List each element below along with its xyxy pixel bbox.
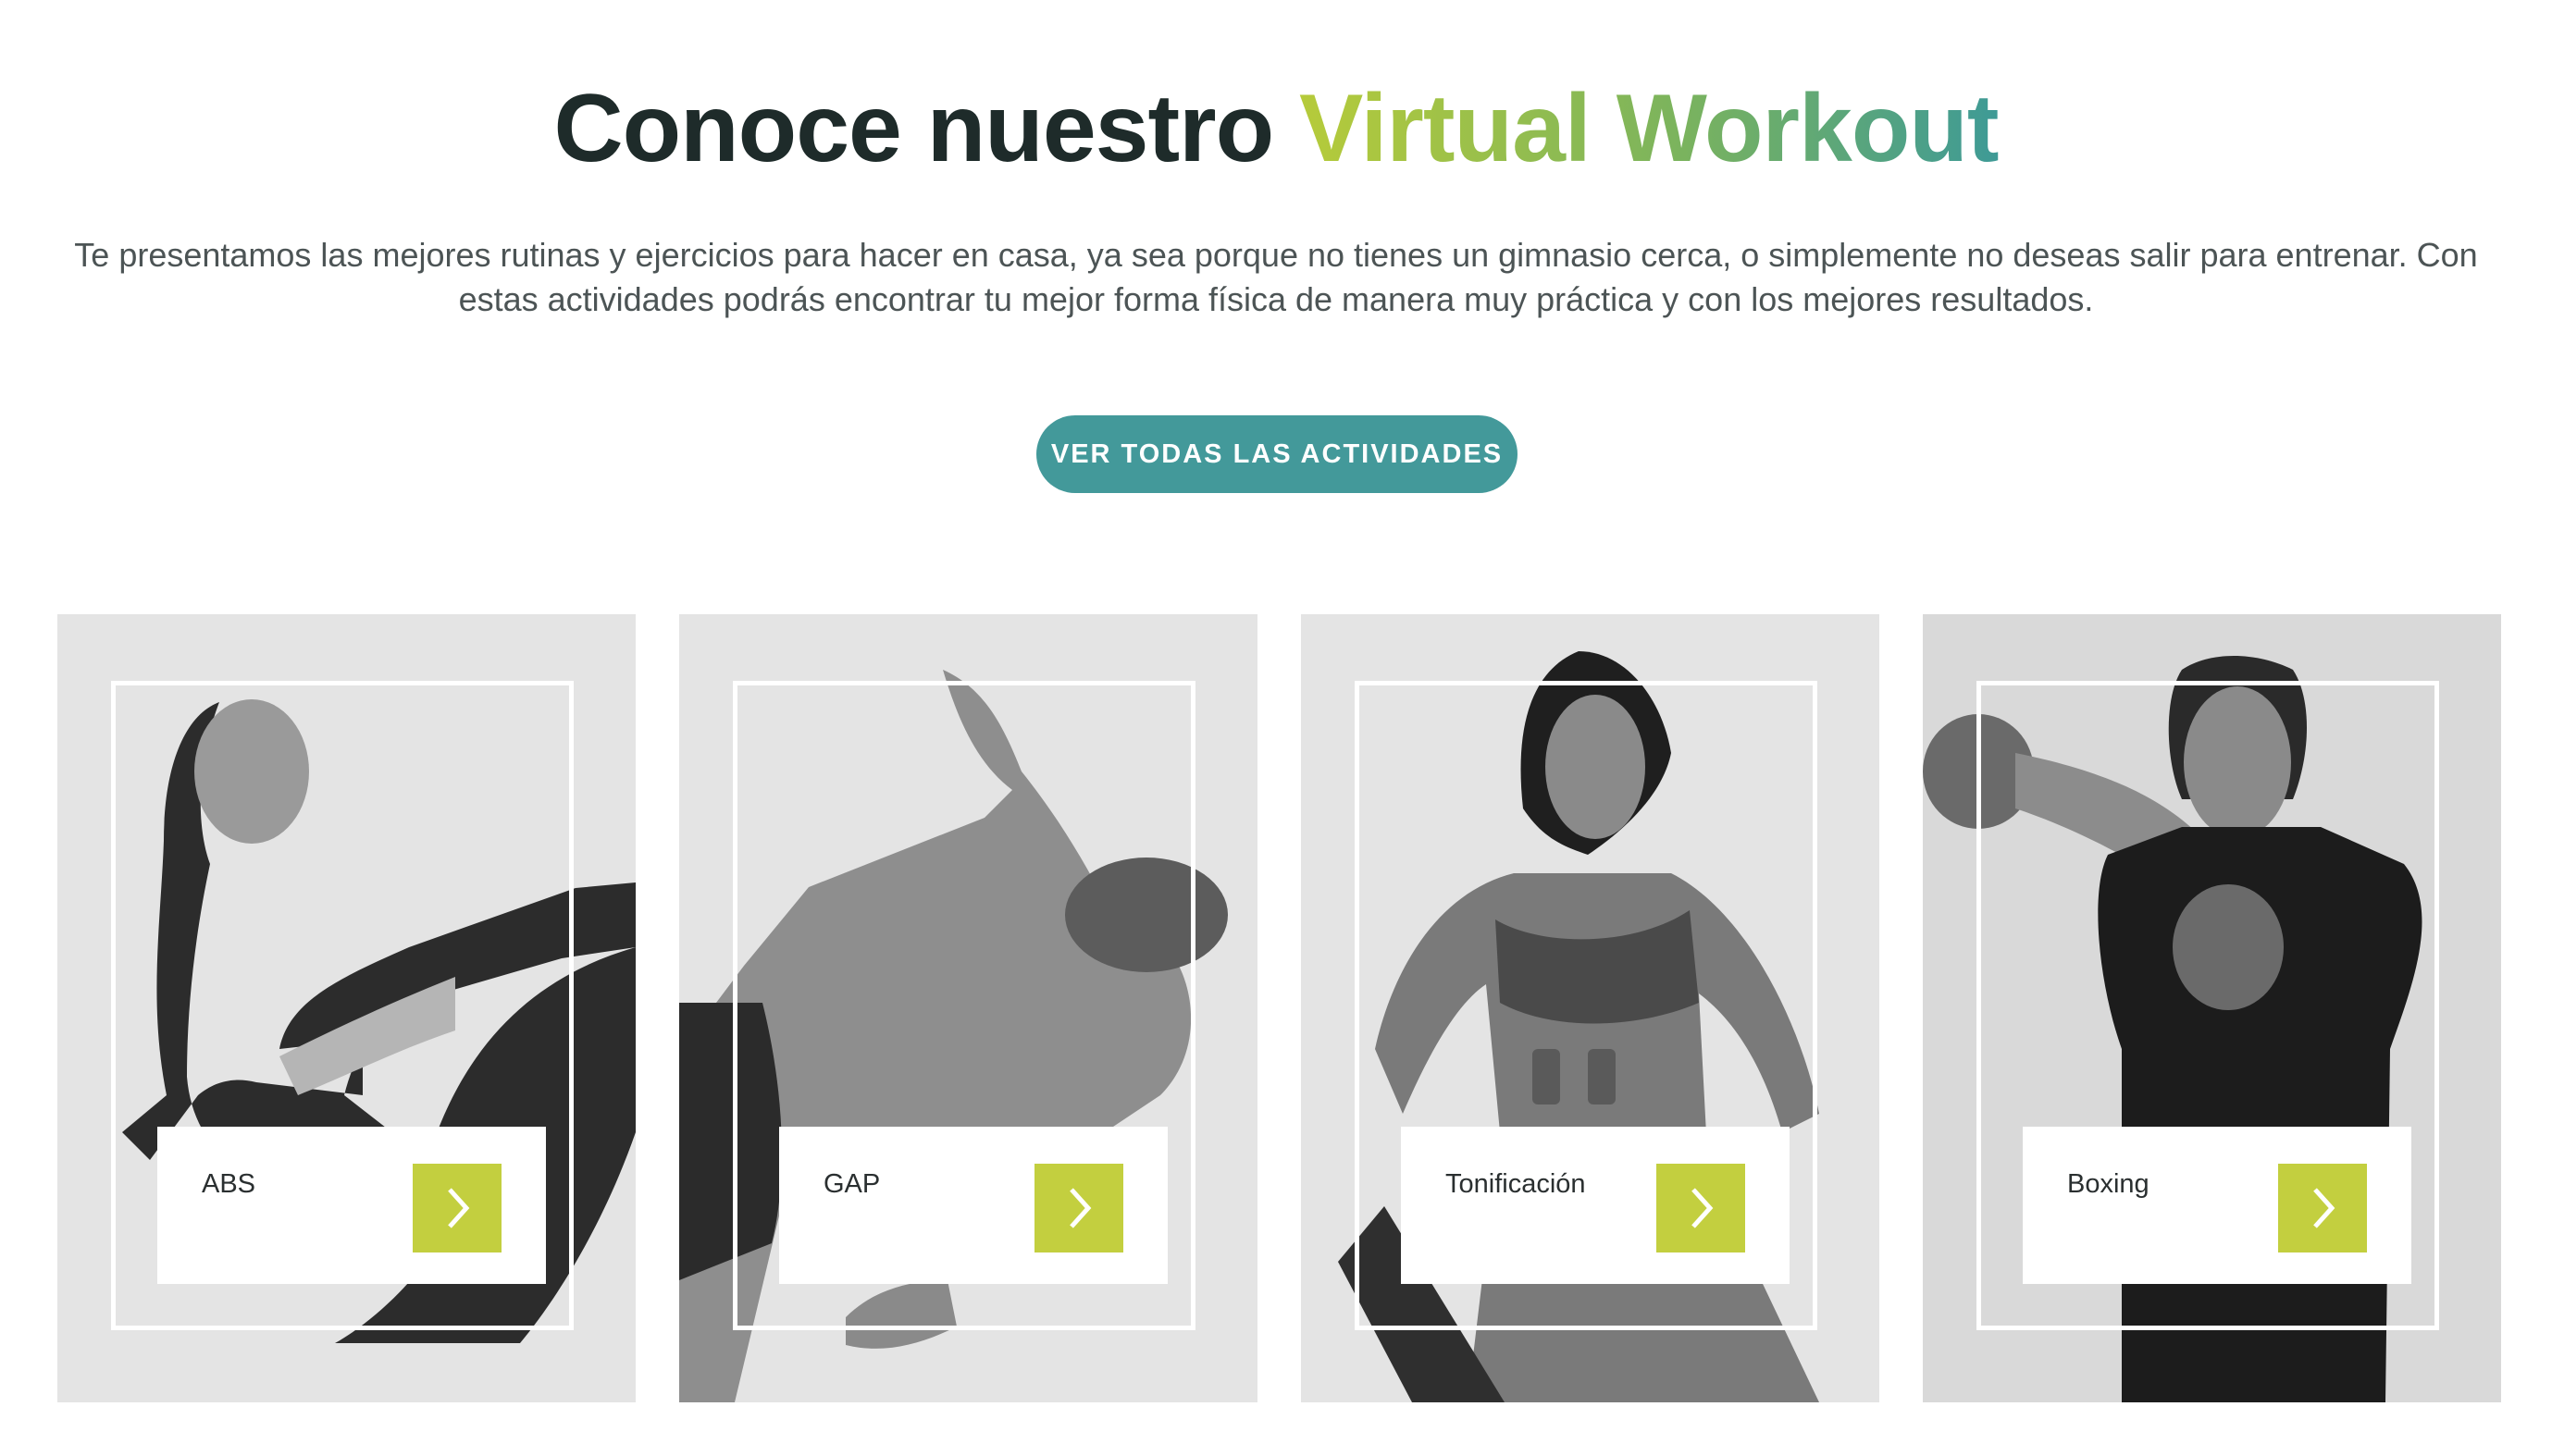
card-label: GAP [824, 1169, 881, 1199]
card-label: Tonificación [1445, 1169, 1586, 1199]
page-title: Conoce nuestro Virtual Workout [0, 74, 2552, 184]
abs-arrow-button[interactable] [413, 1164, 502, 1252]
card-label: ABS [202, 1169, 256, 1199]
chevron-right-icon [2313, 1188, 2335, 1228]
chevron-right-icon [1691, 1188, 1714, 1228]
activity-card-abs[interactable]: ABS [57, 614, 636, 1402]
activity-card-tonificacion[interactable]: Tonificación [1301, 614, 1879, 1402]
card-label-box: ABS [157, 1127, 546, 1284]
gap-arrow-button[interactable] [1034, 1164, 1123, 1252]
card-label-box: Boxing [2023, 1127, 2411, 1284]
chevron-right-icon [1070, 1188, 1092, 1228]
boxing-arrow-button[interactable] [2278, 1164, 2367, 1252]
intro-text: Te presentamos las mejores rutinas y eje… [74, 236, 2478, 318]
tonificacion-arrow-button[interactable] [1656, 1164, 1745, 1252]
view-all-activities-button[interactable]: VER TODAS LAS ACTIVIDADES [1036, 415, 1518, 493]
chevron-right-icon [448, 1188, 470, 1228]
card-label-box: GAP [779, 1127, 1168, 1284]
title-accent: Virtual Workout [1299, 75, 1999, 182]
card-label: Boxing [2067, 1169, 2149, 1199]
activity-card-boxing[interactable]: Boxing [1923, 614, 2501, 1402]
card-label-box: Tonificación [1401, 1127, 1790, 1284]
activity-card-gap[interactable]: GAP [679, 614, 1257, 1402]
title-prefix: Conoce nuestro [553, 75, 1275, 182]
